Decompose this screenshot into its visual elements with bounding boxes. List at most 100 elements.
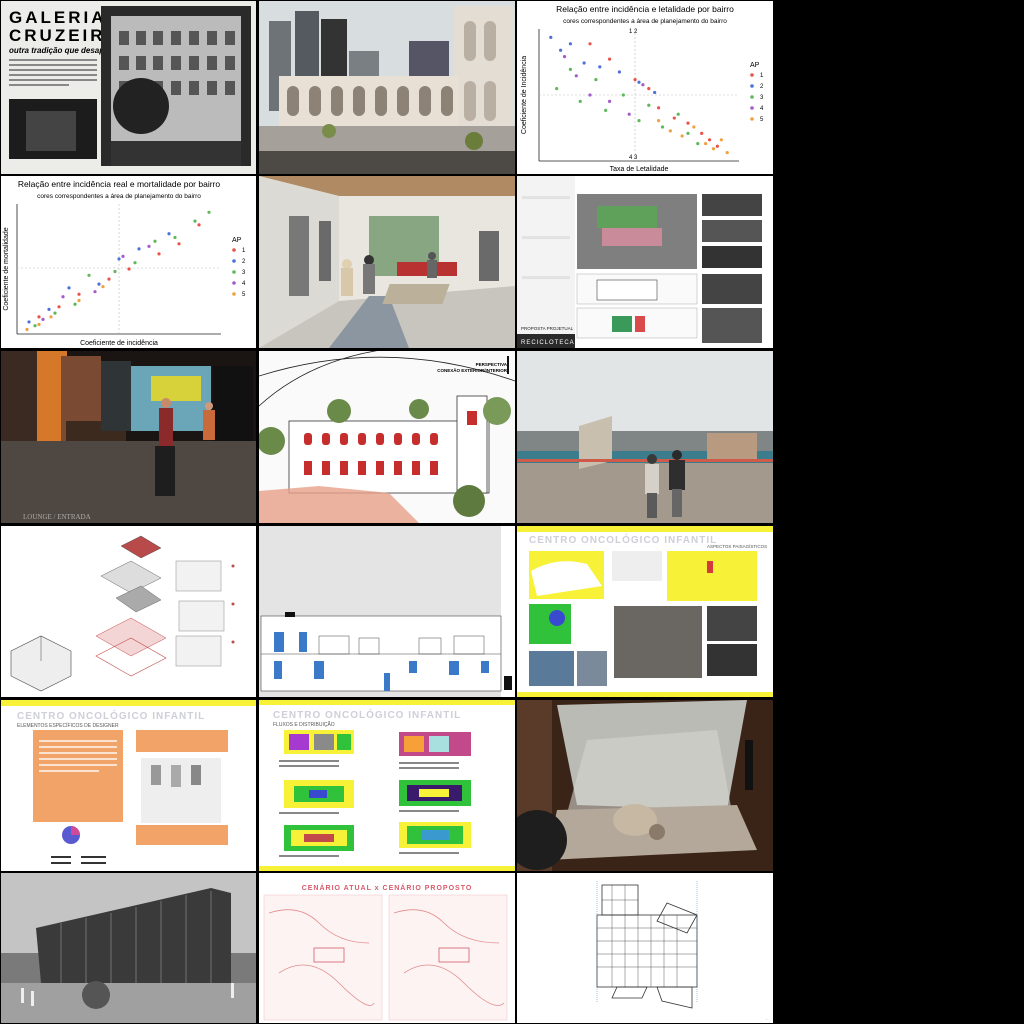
chart2-point-ap4	[121, 254, 125, 258]
image-grid: GALERIA CRUZEIRO outra tradição que desa…	[0, 0, 1024, 1024]
chart2-title: Relação entre incidência real e mortalid…	[18, 179, 220, 189]
chart2-xlabel: Coeficiente de incidência	[80, 340, 158, 347]
chart1-point-ap1	[608, 57, 612, 61]
chart1-point-ap1	[700, 131, 704, 135]
chart2-point-ap3	[113, 269, 117, 274]
chart1-point-ap4	[608, 99, 612, 103]
chart1-point-ap3	[555, 87, 559, 91]
tile-cenario-maps[interactable]: CENÁRIO ATUAL x CENÁRIO PROPOSTO	[259, 873, 515, 1023]
chart2-point-ap4	[41, 317, 45, 321]
chart2-legend-swatch	[232, 259, 236, 263]
cenario-title: CENÁRIO ATUAL x CENÁRIO PROPOSTO	[302, 883, 473, 892]
chart2-point-ap1	[197, 223, 201, 227]
chart1-legend-swatch	[750, 84, 754, 88]
galeria-title-1: GALERIA	[9, 8, 107, 27]
tile-recicloteca-board[interactable]: RECICLOTECA PROPOSTA PROJETUAL	[517, 176, 773, 348]
tile-galeria-cruzeiro[interactable]: GALERIA CRUZEIRO outra tradição que desa…	[1, 1, 256, 174]
chart1-point-ap1	[686, 121, 690, 125]
chart1-point-ap4	[562, 55, 567, 59]
chart1-title: Relação entre incidência e letalidade po…	[556, 4, 734, 14]
tile-corridor-render[interactable]	[259, 176, 515, 348]
chart1-legend-label: 4	[760, 106, 764, 112]
tile-perspective-sketch[interactable]: PERSPECTIVA CONEXÃO EXTERIOR/INTERIOR	[259, 351, 515, 523]
chart1-point-ap4	[627, 112, 631, 116]
chart2-point-ap1	[57, 305, 61, 309]
chart1-legend-title: AP	[750, 62, 760, 69]
chart1-point-ap1	[633, 78, 637, 82]
chart1-xlabel: Taxa de Letalidade	[610, 166, 669, 173]
chart1-point-ap4	[588, 93, 592, 97]
tile-chart-incidencia-letalidade[interactable]: Relação entre incidência e letalidade po…	[517, 1, 773, 174]
chart1-point-ap3	[696, 142, 700, 146]
chart2-legend-label: 2	[242, 259, 246, 265]
chart1-point-ap3	[621, 93, 625, 97]
tile-urban-arches-render[interactable]	[259, 1, 515, 174]
tile-chart-incidencia-mortalidade[interactable]: Relação entre incidência real e mortalid…	[1, 176, 256, 348]
chart1-point-ap2	[582, 61, 586, 65]
chart1-point-ap5	[668, 129, 672, 133]
chart2-legend-label: 5	[242, 292, 246, 298]
chart2-subtitle: cores correspondentes a área de planejam…	[37, 193, 201, 200]
chart2-point-ap1	[157, 252, 161, 256]
recicloteca-section-label: PROPOSTA PROJETUAL	[521, 326, 574, 331]
chart2-legend-label: 3	[242, 270, 246, 276]
chart2-point-ap1	[107, 277, 111, 281]
chart1-point-ap5	[692, 125, 696, 129]
chart2-point-ap2	[167, 232, 171, 236]
chart1-point-ap3	[676, 112, 680, 116]
chart2-point-ap1	[37, 315, 41, 319]
tile-building-facade-render[interactable]	[1, 873, 256, 1023]
chart1-legend-label: 1	[760, 73, 764, 79]
tile-structural-grid-plan[interactable]: ·	[517, 873, 773, 1023]
chart1-quadrant-bottom: 4 3	[629, 155, 638, 161]
chart1-point-ap4	[574, 74, 578, 78]
chart1-point-ap1	[707, 138, 712, 142]
chart2-point-ap3	[173, 235, 177, 240]
svg-text:·: ·	[766, 1017, 767, 1022]
tile-skylight-render[interactable]	[517, 700, 773, 871]
chart1-point-ap3	[647, 103, 651, 107]
chart2-point-ap5	[25, 327, 29, 332]
chart2-point-ap5	[77, 298, 81, 303]
tile-landscape-render[interactable]	[517, 351, 773, 523]
chart2-point-ap2	[47, 307, 51, 311]
chart2-legend-label: 1	[242, 248, 246, 254]
chart1-point-ap3	[637, 119, 641, 123]
chart2-point-ap3	[153, 239, 157, 243]
chart2-point-ap4	[93, 290, 97, 294]
tile-lobby-render[interactable]: LOUNGE / ENTRADA	[1, 351, 256, 523]
onco3-title: CENTRO ONCOLÓGICO INFANTIL	[273, 708, 461, 721]
recicloteca-label: RECICLOTECA	[521, 340, 575, 346]
chart2-point-ap3	[133, 261, 137, 265]
chart2-point-ap5	[101, 285, 105, 289]
chart1-point-ap5	[711, 147, 716, 151]
chart2-point-ap2	[27, 320, 31, 324]
chart1-legend-swatch	[750, 73, 754, 77]
tile-centro-oncologico-3[interactable]: CENTRO ONCOLÓGICO INFANTIL FLUXOS E DIST…	[259, 700, 515, 871]
chart1-point-ap2	[617, 70, 621, 74]
chart1-legend-label: 5	[760, 117, 764, 123]
chart1-point-ap1	[715, 144, 719, 148]
tile-exploded-axonometric[interactable]	[1, 526, 256, 697]
chart2-point-ap3	[73, 302, 77, 306]
chart1-point-ap2	[568, 42, 572, 46]
tile-elevation-drawing[interactable]	[259, 526, 515, 697]
chart1-point-ap5	[719, 138, 723, 142]
chart1-point-ap2	[559, 48, 563, 52]
chart2-legend-label: 4	[242, 281, 246, 287]
chart2-point-ap3	[53, 311, 57, 315]
chart1-legend-label: 2	[760, 84, 764, 90]
chart2-point-ap4	[147, 244, 151, 248]
onco1-title: CENTRO ONCOLÓGICO INFANTIL	[529, 533, 717, 546]
chart1-point-ap1	[647, 87, 651, 91]
chart1-point-ap2	[653, 90, 657, 95]
tile-centro-oncologico-2[interactable]: CENTRO ONCOLÓGICO INFANTIL ELEMENTOS ESP…	[1, 700, 256, 871]
chart2-point-ap3	[87, 273, 91, 277]
chart1-point-ap3	[686, 131, 690, 135]
chart1-point-ap3	[660, 125, 665, 129]
chart1-point-ap5	[704, 142, 708, 146]
chart1-legend-label: 3	[760, 95, 764, 101]
tile-centro-oncologico-1[interactable]: CENTRO ONCOLÓGICO INFANTIL ASPECTOS PAIS…	[517, 526, 773, 697]
chart2-point-ap2	[137, 247, 141, 251]
onco3-section: FLUXOS E DISTRIBUIÇÃO	[273, 721, 335, 728]
